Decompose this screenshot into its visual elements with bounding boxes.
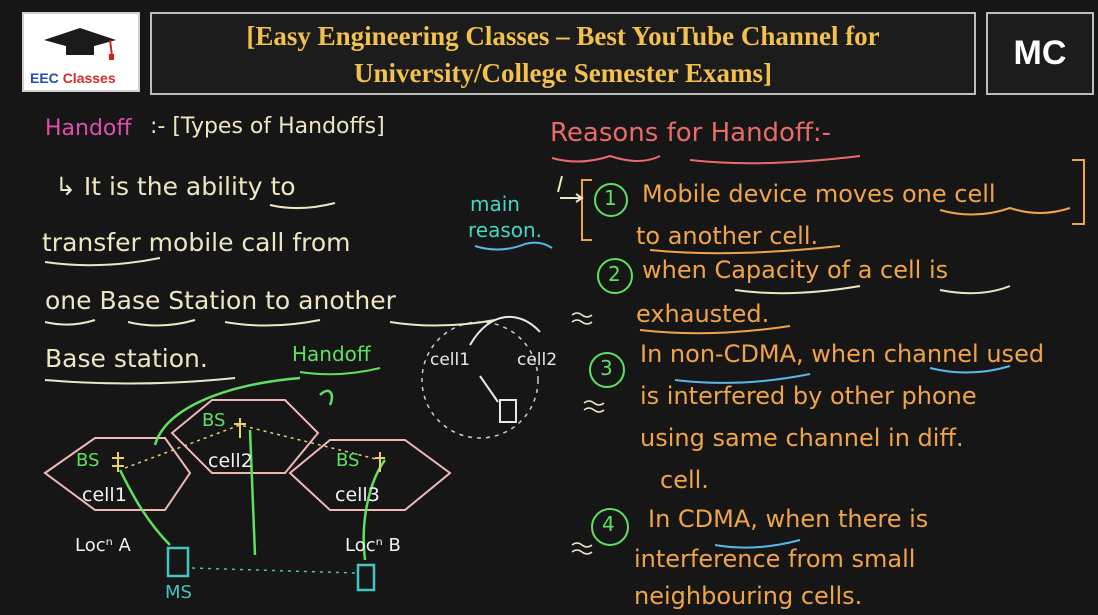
mobile-station-a (166, 546, 190, 578)
hexagon-cell2-label: cell2 (208, 450, 253, 472)
handoff-term: Handoff (45, 116, 132, 141)
reason-2-line-1: when Capacity of a cell is (642, 256, 949, 284)
definition-line-4: Base station. (45, 344, 208, 373)
definition-line-1: ↳ It is the ability to (55, 172, 296, 201)
main-reason-label-1: main (470, 192, 520, 216)
location-b-label: Locⁿ B (345, 535, 401, 556)
hexagon-cell1-label: cell1 (82, 484, 127, 506)
reason-2-number: 2 (608, 262, 621, 286)
bs-label-1: BS (76, 450, 100, 471)
main-reason-label-2: reason. (468, 218, 543, 242)
handoff-diagram-label: Handoff (292, 342, 371, 366)
reason-1-line-2: to another cell. (636, 222, 819, 250)
bs-label-2: BS (202, 410, 226, 431)
reason-4-line-1: In CDMA, when there is (648, 505, 929, 533)
reason-2-line-2: exhausted. (636, 300, 770, 328)
reason-1-number: 1 (604, 186, 617, 210)
reason-3-line-4: cell. (660, 466, 709, 494)
definition-line-3: one Base Station to another (45, 286, 396, 315)
location-a-label: Locⁿ A (75, 535, 131, 556)
reason-3-line-3: using same channel in diff. (640, 424, 964, 452)
reason-1-line-1: Mobile device moves one cell (642, 180, 996, 208)
reasons-heading: Reasons for Handoff:- (550, 118, 832, 148)
small-cell1-label: cell1 (430, 350, 471, 370)
bs-label-3: BS (336, 450, 360, 471)
blackboard: EEC Classes [Easy Engineering Classes – … (0, 0, 1098, 615)
mobile-station-label: MS (165, 582, 192, 603)
reason-3-line-1: In non-CDMA, when channel used (640, 340, 1045, 368)
hexagon-cell3-label: cell3 (335, 484, 380, 506)
mobile-station-b (356, 563, 376, 592)
definition-line-2: transfer mobile call from (42, 228, 351, 257)
movement-arrow (469, 315, 541, 346)
reason-4-line-3: neighbouring cells. (634, 582, 863, 610)
handoff-arrow-5 (319, 389, 334, 406)
reason-3-line-2: is interfered by other phone (640, 382, 977, 410)
reason-3-number: 3 (600, 356, 613, 380)
types-of-handoffs-note: :- [Types of Handoffs] (150, 114, 385, 139)
handoff-arrow-2 (118, 469, 171, 546)
handoff-arrow-3 (248, 429, 257, 556)
small-cell2-label: cell2 (517, 350, 558, 370)
reason-4-line-2: interference from small (634, 545, 916, 573)
mobile-icon-small (499, 399, 517, 423)
cell-circle-dashed (421, 321, 539, 439)
ms-link-dotted (191, 567, 356, 574)
reason-4-number: 4 (602, 512, 615, 536)
